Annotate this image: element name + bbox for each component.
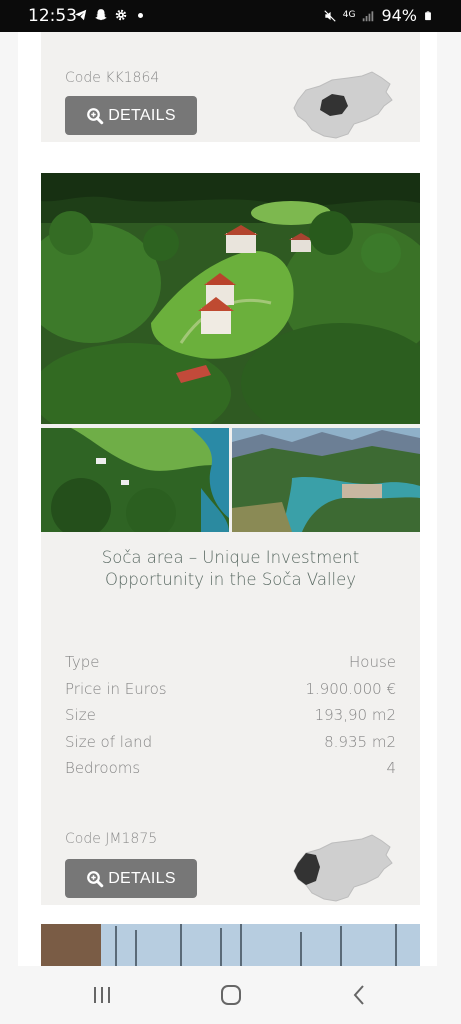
spec-value: 1.900.000 € — [305, 679, 396, 698]
spec-label: Size — [65, 706, 96, 725]
listing-code: Code JM1875 — [65, 831, 158, 847]
back-icon[interactable] — [348, 983, 372, 1007]
slovenia-map-icon — [293, 834, 393, 902]
zoom-in-icon — [87, 870, 104, 887]
signal-icon — [363, 10, 374, 21]
spec-label: Size of land — [65, 732, 153, 751]
listing-code: Code KK1864 — [65, 70, 160, 86]
system-icons: 4G 94% — [323, 6, 433, 25]
listing-card: Code KK1864 DETAILS — [41, 32, 420, 142]
spec-value: 193,90 m2 — [314, 706, 396, 725]
zoom-in-icon — [87, 107, 104, 124]
spec-label: Bedrooms — [65, 759, 141, 778]
network-type-label: 4G — [342, 10, 356, 20]
status-bar: 12:53 4G 94% — [0, 0, 461, 32]
recent-apps-icon[interactable] — [90, 983, 114, 1007]
specs-list: Type House Price in Euros 1.900.000 € Si… — [65, 649, 396, 782]
home-icon[interactable] — [219, 983, 243, 1007]
property-photo-thumbnail[interactable] — [41, 428, 229, 532]
battery-icon — [425, 10, 431, 20]
battery-percent: 94% — [381, 6, 417, 25]
property-main-photo[interactable] — [41, 924, 420, 966]
details-label: DETAILS — [108, 106, 176, 124]
spec-row: Price in Euros 1.900.000 € — [65, 676, 396, 703]
spec-row: Type House — [65, 649, 396, 676]
status-time: 12:53 — [28, 6, 77, 26]
details-button[interactable]: DETAILS — [65, 859, 197, 898]
spec-row: Size of land 8.935 m2 — [65, 729, 396, 756]
system-navigation-bar — [0, 966, 461, 1024]
spec-label: Type — [65, 653, 100, 672]
slovenia-map-icon — [293, 71, 393, 139]
spec-value: House — [348, 653, 396, 672]
spec-value: 4 — [386, 759, 396, 778]
listing-title[interactable]: Soča area – Unique Investment Opportunit… — [53, 547, 408, 591]
snapchat-icon — [95, 9, 107, 21]
telegram-icon — [75, 9, 87, 21]
mute-icon — [324, 9, 336, 22]
listing-card[interactable]: Soča area – Unique Investment Opportunit… — [41, 173, 420, 905]
details-button[interactable]: DETAILS — [65, 96, 197, 135]
more-notifications-dot — [138, 12, 143, 18]
spec-value: 8.935 m2 — [324, 732, 396, 751]
settings-icon — [115, 9, 127, 21]
spec-row: Size 193,90 m2 — [65, 702, 396, 729]
property-main-photo[interactable] — [41, 173, 420, 424]
spec-row: Bedrooms 4 — [65, 755, 396, 782]
notification-icons — [74, 8, 143, 22]
property-photo-thumbnail[interactable] — [232, 428, 420, 532]
details-label: DETAILS — [108, 869, 176, 887]
spec-label: Price in Euros — [65, 679, 167, 698]
